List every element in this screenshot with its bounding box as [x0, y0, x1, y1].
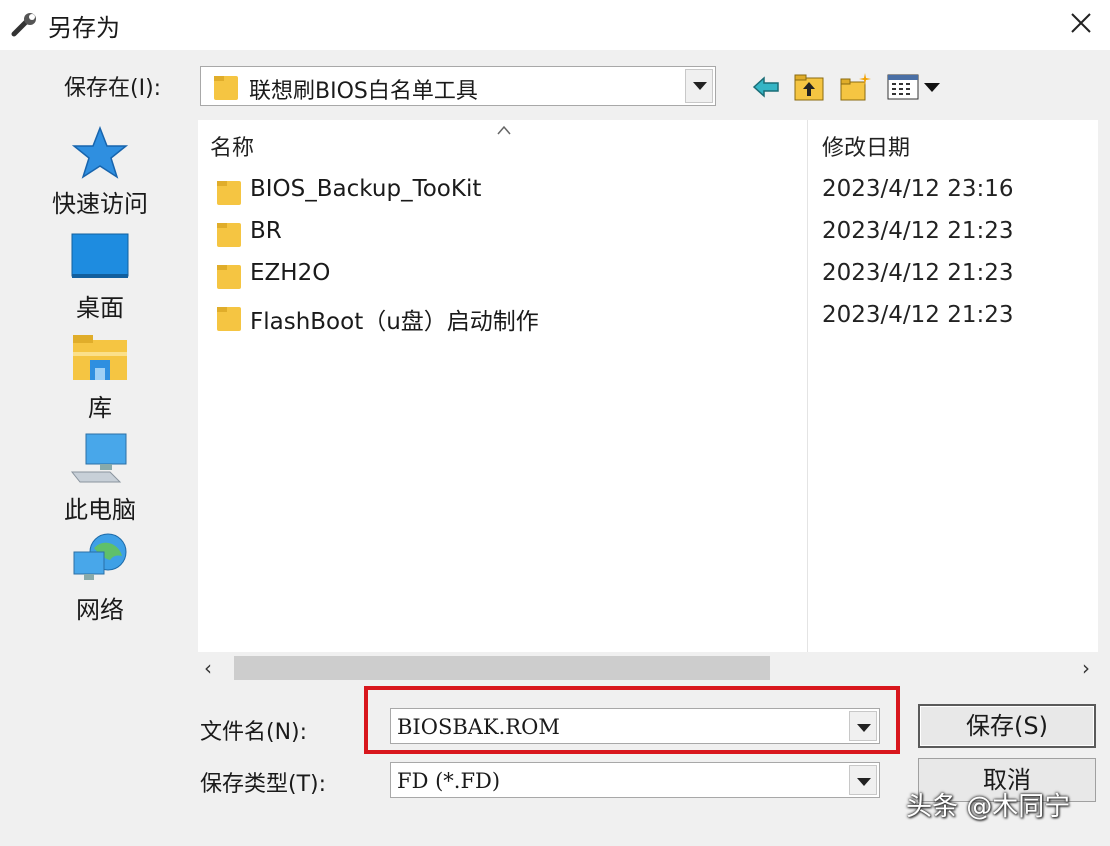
file-date: 2023/4/12 21:23 [822, 218, 1014, 244]
file-date: 2023/4/12 21:23 [822, 302, 1014, 328]
sort-ascending-icon [497, 125, 511, 135]
place-label: 此电脑 [64, 496, 136, 524]
chevron-down-icon[interactable] [685, 69, 713, 103]
list-item[interactable]: BIOS_Backup_TooKit 2023/4/12 23:16 [198, 172, 1098, 212]
close-button[interactable] [1052, 0, 1110, 48]
save-button-label: 保存(S) [966, 712, 1048, 740]
horizontal-scrollbar[interactable]: ‹ › [198, 652, 1098, 684]
scrollbar-thumb[interactable] [234, 656, 770, 680]
watermark: 头条 @木同宁 [906, 792, 1071, 822]
file-name: BIOS_Backup_TooKit [250, 176, 482, 202]
star-icon [71, 126, 129, 179]
column-header-name[interactable]: 名称 [210, 130, 254, 162]
desktop-icon [71, 233, 129, 278]
filetype-value: FD (*.FD) [397, 769, 501, 793]
scroll-left-icon[interactable]: ‹ [204, 656, 212, 680]
chevron-down-icon[interactable] [849, 765, 877, 795]
view-menu-icon[interactable] [886, 70, 944, 104]
place-label: 库 [88, 394, 112, 422]
folder-icon [214, 76, 238, 100]
title-bar: 另存为 [0, 0, 1110, 50]
computer-icon [70, 433, 127, 483]
list-item[interactable]: BR 2023/4/12 21:23 [198, 214, 1098, 254]
folder-icon [217, 181, 241, 205]
save-in-combo[interactable]: 联想刷BIOS白名单工具 [200, 66, 716, 106]
place-desktop[interactable]: 桌面 [40, 230, 160, 322]
up-folder-icon[interactable] [792, 70, 826, 104]
file-date: 2023/4/12 23:16 [822, 176, 1014, 202]
highlight-box [364, 686, 900, 754]
scroll-right-icon[interactable]: › [1082, 656, 1090, 680]
column-header-date[interactable]: 修改日期 [822, 130, 910, 162]
filetype-select[interactable]: FD (*.FD) [390, 762, 880, 798]
folder-icon [217, 307, 241, 331]
list-item[interactable]: FlashBoot（u盘）启动制作 2023/4/12 21:23 [198, 298, 1098, 338]
file-list[interactable]: 名称 修改日期 BIOS_Backup_TooKit 2023/4/12 23:… [198, 120, 1098, 680]
filetype-label: 保存类型(T): [200, 772, 327, 797]
file-name: FlashBoot（u盘）启动制作 [250, 309, 539, 335]
close-icon [1071, 13, 1091, 33]
save-button[interactable]: 保存(S) [918, 704, 1096, 748]
current-folder: 联想刷BIOS白名单工具 [249, 79, 478, 104]
file-date: 2023/4/12 21:23 [822, 260, 1014, 286]
window-title: 另存为 [48, 14, 120, 42]
place-this-pc[interactable]: 此电脑 [40, 432, 160, 524]
back-arrow-icon[interactable] [750, 70, 784, 104]
wrench-icon [11, 13, 36, 37]
place-label: 快速访问 [52, 190, 148, 218]
save-in-label: 保存在(I): [64, 76, 162, 101]
place-library[interactable]: 库 [40, 330, 160, 422]
place-label: 桌面 [76, 294, 124, 322]
folder-icon [217, 223, 241, 247]
file-name: EZH2O [250, 260, 331, 286]
place-quick-access[interactable]: 快速访问 [40, 126, 160, 218]
folder-icon [217, 265, 241, 289]
list-item[interactable]: EZH2O 2023/4/12 21:23 [198, 256, 1098, 296]
place-label: 网络 [76, 596, 124, 624]
file-name: BR [250, 218, 282, 244]
library-folder-icon [73, 335, 127, 380]
network-icon [73, 533, 127, 580]
place-network[interactable]: 网络 [40, 532, 160, 624]
filename-label: 文件名(N): [200, 720, 308, 745]
new-folder-icon[interactable] [838, 70, 872, 104]
